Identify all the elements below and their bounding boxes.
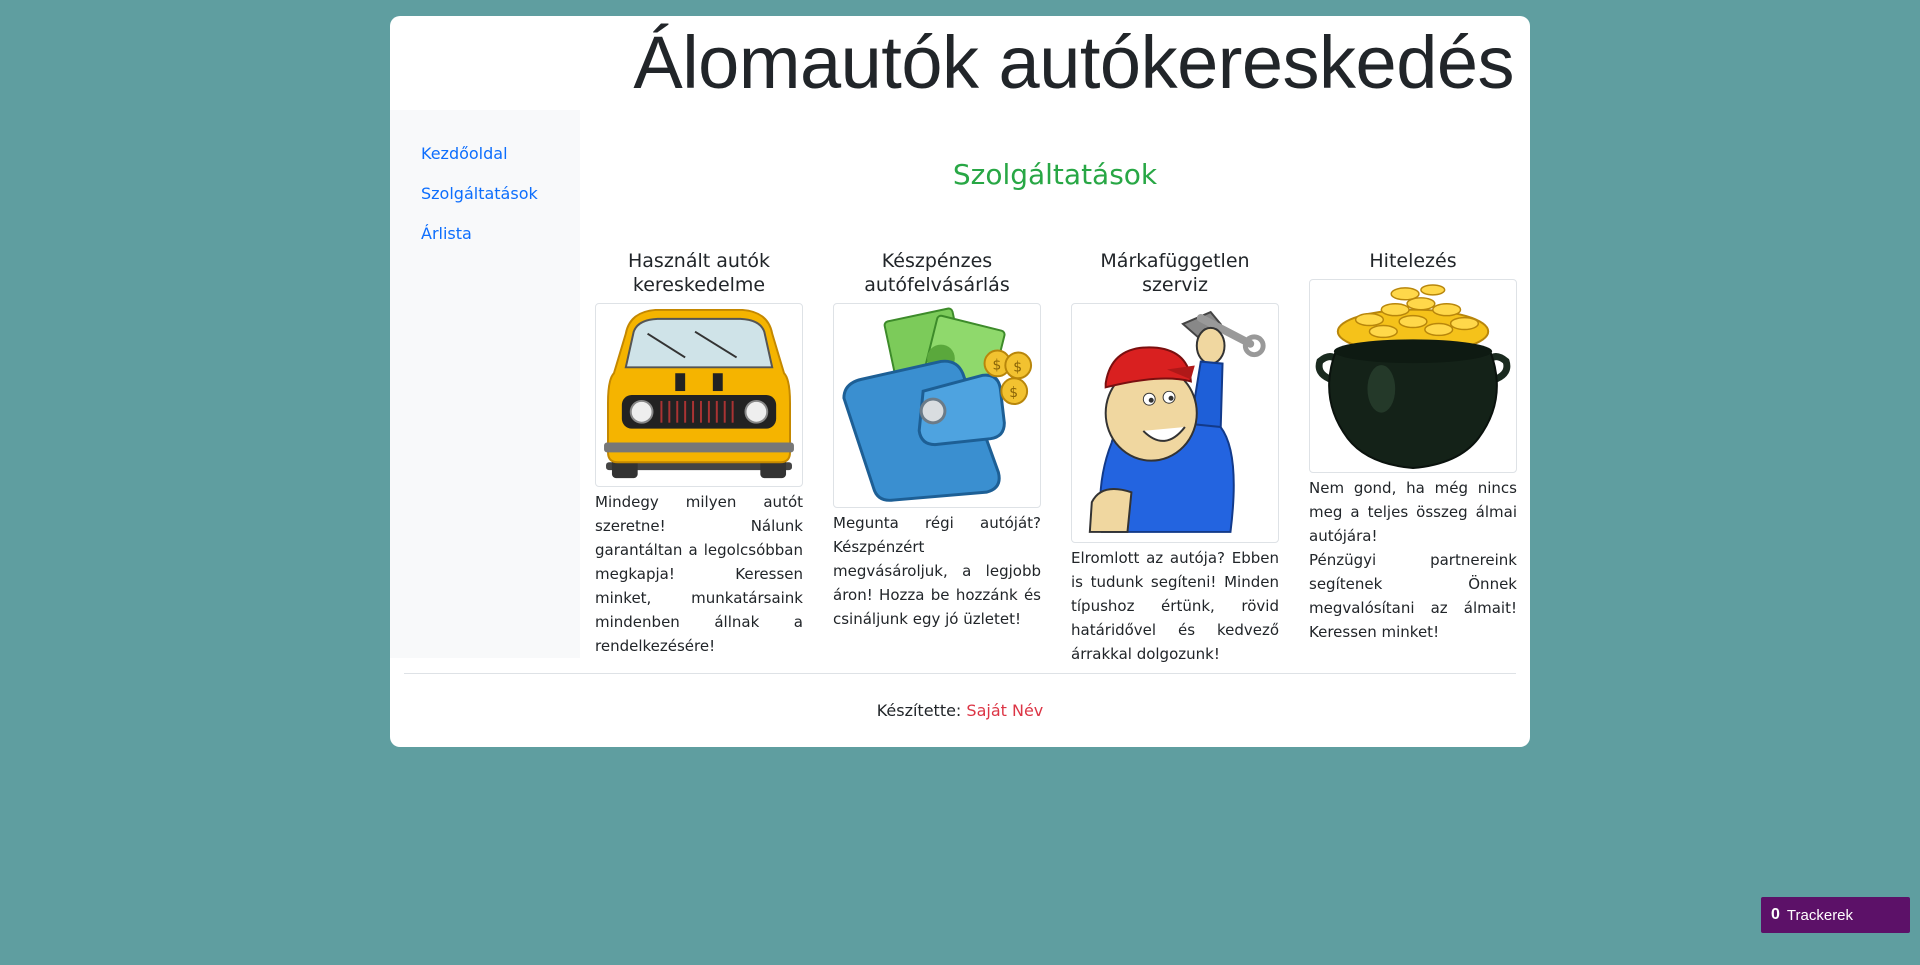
footer: Készítette: Saját Név bbox=[390, 701, 1530, 720]
nav-link-home[interactable]: Kezdőoldal bbox=[421, 144, 508, 163]
footer-prefix: Készítette: bbox=[876, 701, 962, 720]
service-cash-purchase: Készpénzes autófelvásárlás $ $ $ Megunta… bbox=[833, 249, 1041, 631]
footer-divider bbox=[404, 673, 1516, 674]
service-description: Elromlott az autója? Ebben is tudunk seg… bbox=[1071, 549, 1279, 663]
service-description: Megunta régi autóját? Készpénzért megvás… bbox=[833, 514, 1041, 628]
svg-text:$: $ bbox=[1009, 385, 1018, 401]
sidebar: Kezdőoldal Szolgáltatások Árlista bbox=[390, 110, 580, 658]
author-name: Saját Név bbox=[966, 701, 1044, 720]
service-financing: Hitelezés Nem gond, ha még nincs meg a t… bbox=[1309, 249, 1517, 644]
service-description: Mindegy milyen autót szeretne! Nálunk ga… bbox=[595, 493, 803, 655]
nav-link-pricelist[interactable]: Árlista bbox=[421, 224, 472, 243]
service-used-cars: Használt autók kereskedelme Mindegy mily… bbox=[595, 249, 803, 658]
yellow-car-icon bbox=[595, 303, 803, 487]
tracker-label: Trackerek bbox=[1786, 906, 1854, 924]
wallet-money-icon: $ $ $ bbox=[833, 303, 1041, 508]
svg-text:$: $ bbox=[1013, 359, 1022, 375]
tracker-widget[interactable]: 0 Trackerek bbox=[1761, 897, 1910, 933]
svg-text:$: $ bbox=[992, 357, 1001, 373]
service-title: Márkafüggetlen szerviz bbox=[1100, 250, 1250, 296]
section-title: Szolgáltatások bbox=[952, 158, 1158, 191]
service-title: Hitelezés bbox=[1369, 250, 1457, 272]
site-title: Álomautók autókereskedés bbox=[633, 21, 1514, 104]
mechanic-wrench-icon bbox=[1071, 303, 1279, 543]
service-title: Használt autók kereskedelme bbox=[627, 250, 771, 296]
service-title: Készpénzes autófelvásárlás bbox=[864, 250, 1010, 296]
tracker-count: 0 bbox=[1771, 906, 1780, 923]
page-card: Álomautók autókereskedés Kezdőoldal Szol… bbox=[390, 16, 1530, 747]
nav-link-services[interactable]: Szolgáltatások bbox=[421, 184, 538, 203]
service-description: Nem gond, ha még nincs meg a teljes össz… bbox=[1309, 479, 1517, 545]
service-repair: Márkafüggetlen szerviz Elromlott az autó… bbox=[1071, 249, 1279, 666]
service-description-2: Pénzügyi partnereink segítenek Önnek meg… bbox=[1309, 551, 1517, 641]
pot-of-gold-icon bbox=[1309, 279, 1517, 473]
